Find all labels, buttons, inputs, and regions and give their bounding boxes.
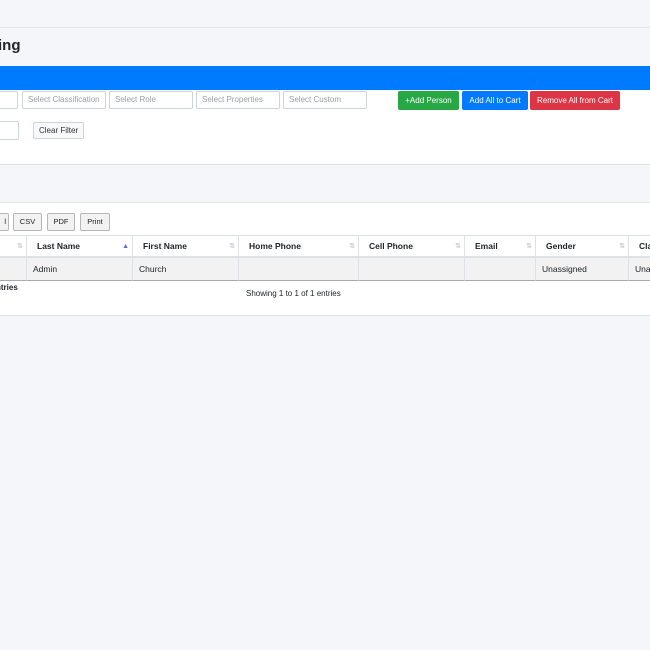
csv-export-button[interactable]: CSV bbox=[13, 213, 42, 231]
sort-icon: ⇅ bbox=[349, 243, 355, 250]
select-custom[interactable]: Select Custom bbox=[283, 91, 367, 109]
remove-all-from-cart-button[interactable]: Remove All from Cart bbox=[530, 91, 620, 110]
column-header-first-name[interactable]: First Name ⇅ bbox=[133, 235, 239, 258]
sort-icon: ⇅ bbox=[526, 243, 532, 250]
section-gap bbox=[0, 165, 650, 202]
table-cell-email bbox=[465, 258, 536, 281]
pdf-export-button[interactable]: PDF bbox=[47, 213, 75, 231]
sort-ascending-icon: ▲ bbox=[122, 243, 129, 250]
table-cell-first-name[interactable]: Church bbox=[133, 258, 239, 281]
column-header-label: Home Phone bbox=[249, 241, 301, 251]
table-cell-home-phone bbox=[239, 258, 359, 281]
clear-filter-button[interactable]: Clear Filter bbox=[33, 122, 85, 139]
select-role[interactable]: Select Role bbox=[109, 91, 193, 109]
sort-icon: ⇅ bbox=[229, 243, 235, 250]
column-header-select[interactable]: ⇅ bbox=[0, 235, 27, 258]
title-bar bbox=[0, 28, 650, 66]
table-info: Showing 1 to 1 of 1 entries bbox=[246, 289, 341, 298]
column-header-label: Gender bbox=[546, 241, 576, 251]
select-filter[interactable] bbox=[0, 91, 18, 109]
column-header-gender[interactable]: Gender ⇅ bbox=[536, 235, 629, 258]
table-cell-gender: Unassigned bbox=[536, 258, 629, 281]
entries-length-label: ntries bbox=[0, 283, 18, 292]
filter-input[interactable] bbox=[0, 121, 19, 140]
column-header-label: Cla bbox=[639, 241, 650, 251]
column-header-cell-phone[interactable]: Cell Phone ⇅ bbox=[359, 235, 465, 258]
table-cell-last-name[interactable]: Admin bbox=[27, 258, 133, 281]
top-navbar bbox=[0, 0, 650, 28]
table-cell bbox=[0, 258, 27, 281]
filter-card-header bbox=[0, 66, 650, 90]
sort-icon: ⇅ bbox=[455, 243, 461, 250]
table-cell-classification: Una bbox=[629, 258, 650, 281]
column-header-email[interactable]: Email ⇅ bbox=[465, 235, 536, 258]
add-person-button[interactable]: +Add Person bbox=[398, 91, 459, 110]
page-title: ing bbox=[0, 37, 21, 54]
column-header-label: Email bbox=[475, 241, 498, 251]
column-header-label: First Name bbox=[143, 241, 187, 251]
table-cell-cell-phone bbox=[359, 258, 465, 281]
add-all-to-cart-button[interactable]: Add All to Cart bbox=[462, 91, 528, 110]
select-classification[interactable]: Select Classification bbox=[22, 91, 106, 109]
column-header-last-name[interactable]: Last Name ▲ bbox=[27, 235, 133, 258]
select-properties[interactable]: Select Properties bbox=[196, 91, 280, 109]
column-header-label: Cell Phone bbox=[369, 241, 413, 251]
column-header-label: Last Name bbox=[37, 241, 80, 251]
column-header-classification[interactable]: Cla bbox=[629, 235, 650, 258]
excel-export-button[interactable]: l bbox=[0, 213, 9, 231]
sort-icon: ⇅ bbox=[619, 243, 625, 250]
sort-icon: ⇅ bbox=[17, 243, 23, 250]
print-button[interactable]: Print bbox=[80, 213, 110, 231]
column-header-home-phone[interactable]: Home Phone ⇅ bbox=[239, 235, 359, 258]
